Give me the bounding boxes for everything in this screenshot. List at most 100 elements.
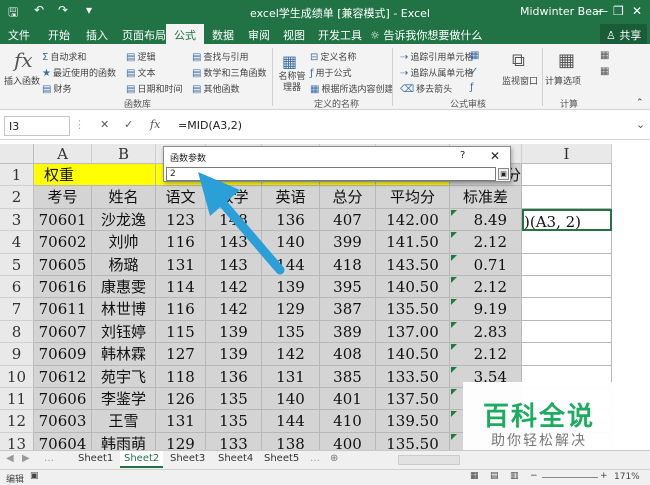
data-cell[interactable]: 140.50 (376, 343, 450, 366)
data-cell[interactable]: 135 (262, 320, 320, 344)
data-cell[interactable]: 8.49 (450, 208, 522, 232)
column-title-cell[interactable]: 考号 (34, 186, 92, 209)
cell[interactable] (522, 164, 612, 187)
more-functions-button[interactable]: ▤ 其他函数 (192, 82, 239, 95)
row-header-10[interactable]: 10 (0, 365, 34, 388)
data-cell[interactable]: 137.50 (376, 388, 450, 411)
zoom-slider[interactable] (542, 477, 598, 478)
data-cell[interactable]: 李鉴学 (92, 388, 156, 411)
cell[interactable] (522, 231, 612, 254)
row-header-7[interactable]: 7 (0, 298, 34, 321)
data-cell[interactable]: 杨璐 (92, 253, 156, 276)
row-header-8[interactable]: 8 (0, 320, 34, 344)
sheet-tab-sheet5[interactable]: Sheet5 (264, 453, 299, 464)
data-cell[interactable]: 139.50 (376, 410, 450, 433)
more-sheets-icon[interactable]: … (310, 453, 320, 464)
column-title-cell[interactable]: 总分 (320, 186, 376, 209)
tab-formulas[interactable]: 公式 (166, 24, 204, 44)
data-cell[interactable]: 144 (262, 410, 320, 433)
row-header-5[interactable]: 5 (0, 253, 34, 276)
row-header-9[interactable]: 9 (0, 343, 34, 366)
data-cell[interactable]: 140 (262, 388, 320, 411)
collapse-ribbon-icon[interactable]: ⌃ (636, 98, 644, 108)
undo-icon[interactable]: ↶ (34, 3, 44, 17)
restore-button[interactable]: ❐ (613, 4, 624, 18)
data-cell[interactable]: 70606 (34, 388, 92, 411)
data-cell[interactable]: 136 (206, 365, 262, 388)
error-checking-icon[interactable]: ✓ (470, 66, 480, 77)
data-cell[interactable]: 143.50 (376, 253, 450, 276)
data-cell[interactable]: 133 (206, 432, 262, 450)
tab-data[interactable]: 数据 (212, 27, 234, 43)
watch-window-button[interactable]: 监视窗口 (502, 74, 538, 87)
insert-function-button[interactable]: 插入函数 (4, 74, 40, 87)
watch-window-icon[interactable]: ⧉ (512, 50, 525, 71)
remove-arrows-button[interactable]: ⌫ 移去箭头 (400, 82, 452, 95)
cell[interactable] (522, 276, 612, 299)
data-cell[interactable]: 408 (320, 343, 376, 366)
row-header-2[interactable]: 2 (0, 186, 34, 209)
data-cell[interactable]: 137.00 (376, 320, 450, 344)
expand-formula-bar-icon[interactable]: ⌄ (636, 118, 645, 131)
tab-page-layout[interactable]: 页面布局 (122, 27, 166, 43)
data-cell[interactable]: 苑宇飞 (92, 365, 156, 388)
data-cell[interactable]: 410 (320, 410, 376, 433)
data-cell[interactable]: 401 (320, 388, 376, 411)
data-cell[interactable]: 70602 (34, 231, 92, 254)
data-cell[interactable]: 131 (262, 365, 320, 388)
sheet-tab-sheet4[interactable]: Sheet4 (218, 453, 253, 464)
data-cell[interactable]: 115 (156, 320, 206, 344)
data-cell[interactable]: 418 (320, 253, 376, 276)
calc-sheet-icon[interactable]: ▦ (600, 66, 609, 77)
data-cell[interactable]: 2.12 (450, 276, 522, 299)
data-cell[interactable]: 70603 (34, 410, 92, 433)
data-cell[interactable]: 韩林霖 (92, 343, 156, 366)
data-cell[interactable]: 135 (206, 410, 262, 433)
data-cell[interactable]: 385 (320, 365, 376, 388)
tab-review[interactable]: 审阅 (248, 27, 270, 43)
data-cell[interactable]: 70611 (34, 298, 92, 321)
data-cell[interactable]: 0.71 (450, 253, 522, 276)
minimize-button[interactable]: — (596, 4, 608, 18)
column-header-i[interactable]: I (522, 144, 612, 164)
data-cell[interactable]: 70609 (34, 343, 92, 366)
create-from-selection-button[interactable]: ▦ 根据所选内容创建 (310, 82, 393, 95)
row-header-6[interactable]: 6 (0, 276, 34, 299)
save-icon[interactable]: 🖫 (8, 3, 18, 24)
column-header-a[interactable]: A (34, 144, 92, 164)
data-cell[interactable]: 刘钰婷 (92, 320, 156, 344)
data-cell[interactable]: 2.12 (450, 343, 522, 366)
scroll-left-icon[interactable]: ◀ (6, 453, 14, 464)
row-header-3[interactable]: 3 (0, 208, 34, 232)
sheet-tab-sheet3[interactable]: Sheet3 (170, 453, 205, 464)
column-title-cell[interactable]: 标准差 (450, 186, 522, 209)
data-cell[interactable]: 2.12 (450, 231, 522, 254)
horizontal-scrollbar[interactable] (398, 455, 460, 465)
data-cell[interactable]: 沙龙逸 (92, 208, 156, 232)
data-cell[interactable]: 129 (262, 298, 320, 321)
redo-icon[interactable]: ↷ (58, 3, 68, 17)
select-all-corner[interactable] (0, 144, 34, 164)
sheet-tab-sheet1[interactable]: Sheet1 (78, 453, 113, 464)
macro-record-icon[interactable]: ▣ (30, 471, 39, 481)
data-cell[interactable]: 139 (206, 343, 262, 366)
tab-file[interactable]: 文件 (8, 27, 30, 43)
recent-functions-button[interactable]: ★ 最近使用的函数 (42, 66, 116, 79)
data-cell[interactable]: 131 (156, 410, 206, 433)
page-layout-view-icon[interactable]: ▤ (490, 471, 499, 481)
cancel-icon[interactable]: ✕ (100, 118, 109, 131)
row-header-4[interactable]: 4 (0, 231, 34, 254)
insert-function-icon[interactable]: fx (150, 118, 160, 131)
autosum-button[interactable]: Σ 自动求和 (42, 50, 86, 63)
data-cell[interactable]: 129 (156, 432, 206, 450)
name-box[interactable]: I3 (4, 116, 70, 136)
calculation-options-button[interactable]: 计算选项 (545, 74, 581, 87)
name-manager-icon[interactable]: ▦ (282, 52, 297, 71)
expand-dialog-icon[interactable]: ▣ (498, 168, 509, 180)
row-header-1[interactable]: 1 (0, 164, 34, 187)
financial-button[interactable]: ▤ 财务 (42, 82, 71, 95)
use-in-formula-button[interactable]: ƒ 用于公式 (310, 66, 352, 79)
data-cell[interactable]: 刘帅 (92, 231, 156, 254)
data-cell[interactable]: 400 (320, 432, 376, 450)
logical-button[interactable]: ▤ 逻辑 (126, 50, 155, 63)
